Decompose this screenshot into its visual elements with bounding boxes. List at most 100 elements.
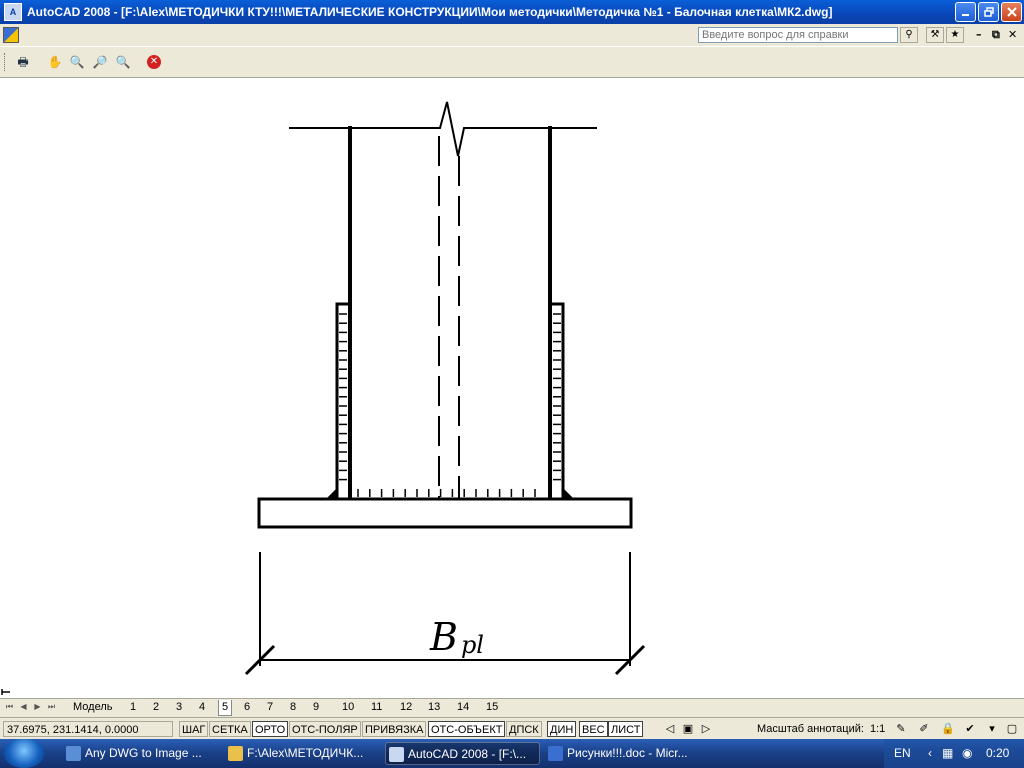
dimension-label: Bpl: [429, 615, 484, 659]
status-toggle-4[interactable]: ОТС-ПОЛЯР: [289, 721, 361, 737]
tab-layout-5[interactable]: 5: [218, 700, 233, 716]
menu-bar: ⚲ ⚒ ★ – ⧉ ✕: [0, 24, 1024, 47]
annotation-scale-label: Масштаб аннотаций:: [757, 723, 864, 735]
tab-layout-15[interactable]: 15: [483, 700, 501, 715]
taskbar-app-icon: [389, 747, 404, 762]
scroll-right-icon[interactable]: ▷: [698, 721, 714, 737]
favorites-star-icon[interactable]: ★: [946, 27, 964, 43]
window-title: AutoCAD 2008 - [F:\Alex\МЕТОДИЧКИ КТУ!!!…: [27, 5, 833, 19]
taskbar-item-label: F:\Alex\МЕТОДИЧК...: [247, 746, 364, 760]
weld-marks-left: [339, 313, 347, 481]
tab-layout-9[interactable]: 9: [310, 700, 322, 715]
taskbar-item-3[interactable]: AutoCAD 2008 - [F:\...: [385, 742, 540, 765]
tab-layout-8[interactable]: 8: [287, 700, 299, 715]
start-button[interactable]: [3, 739, 45, 768]
tab-layout-1[interactable]: 1: [127, 700, 139, 715]
tab-layout-12[interactable]: 12: [397, 700, 415, 715]
tab-layout-6[interactable]: 6: [241, 700, 253, 715]
status-toggle-6[interactable]: ОТС-ОБЪЕКТ: [428, 721, 506, 737]
prev-tab-icon[interactable]: ◀: [18, 701, 29, 713]
taskbar-app-icon: [228, 746, 243, 761]
tab-layout-14[interactable]: 14: [454, 700, 472, 715]
drawing-canvas[interactable]: Bpl: [0, 78, 1024, 698]
minimize-button[interactable]: [955, 2, 976, 22]
tab-layout-13[interactable]: 13: [425, 700, 443, 715]
auto-scale-icon[interactable]: ✐: [916, 721, 932, 737]
zoom-previous-icon[interactable]: 🔍: [114, 53, 132, 71]
communication-icon[interactable]: ✔: [962, 721, 978, 737]
restore-icon: [983, 7, 994, 17]
document-icon[interactable]: [3, 27, 19, 43]
tab-layout-7[interactable]: 7: [264, 700, 276, 715]
status-toggle-3[interactable]: ОРТО: [252, 721, 289, 737]
tab-layout-2[interactable]: 2: [150, 700, 162, 715]
tray-expand-icon[interactable]: ‹: [928, 739, 932, 768]
restore-button[interactable]: [978, 2, 999, 22]
language-indicator[interactable]: EN: [894, 739, 911, 768]
first-tab-icon[interactable]: ⏮: [4, 701, 15, 713]
tab-model[interactable]: Модель: [70, 700, 115, 715]
taskbar-item-4[interactable]: Рисунки!!!.doc - Micr...: [545, 742, 700, 765]
tab-layout-4[interactable]: 4: [196, 700, 208, 715]
status-toggle-1[interactable]: ШАГ: [179, 721, 209, 737]
taskbar-item-2[interactable]: F:\Alex\МЕТОДИЧК...: [225, 742, 380, 765]
toolbar-grip[interactable]: [4, 53, 8, 71]
doc-minimize-icon[interactable]: –: [976, 28, 982, 41]
coordinates-readout[interactable]: 37.6975, 231.1414, 0.0000: [3, 721, 173, 737]
annotation-scale-value[interactable]: 1:1: [870, 721, 885, 737]
pan-icon[interactable]: ✋: [46, 53, 64, 71]
taskbar-item-label: AutoCAD 2008 - [F:\...: [408, 747, 527, 761]
taskbar-item-label: Any DWG to Image ...: [85, 746, 202, 760]
clock[interactable]: 0:20: [986, 739, 1009, 768]
status-menu-icon[interactable]: ▾: [984, 721, 1000, 737]
fillet-right: [563, 488, 573, 498]
status-toggle-5[interactable]: ПРИВЯЗКА: [362, 721, 427, 737]
fillet-left: [327, 488, 337, 498]
close-icon: [1006, 7, 1017, 17]
next-tab-icon[interactable]: ▶: [32, 701, 43, 713]
zoom-window-icon[interactable]: 🔎: [91, 53, 109, 71]
taskbar-app-icon: [548, 746, 563, 761]
cad-drawing: Bpl: [1, 101, 646, 695]
antivirus-icon[interactable]: ◉: [962, 739, 972, 768]
status-bar: 37.6975, 231.1414, 0.0000 ШАГ СЕТКА ОРТО ОТ…: [0, 717, 1024, 740]
maximize-viewport-icon[interactable]: ▣: [680, 721, 696, 737]
tab-layout-10[interactable]: 10: [339, 700, 357, 715]
lock-icon[interactable]: 🔒: [940, 721, 956, 737]
taskbar-item-label: Рисунки!!!.doc - Micr...: [567, 746, 688, 760]
last-tab-icon[interactable]: ⏭: [46, 701, 57, 713]
base-plate: [257, 497, 633, 529]
scroll-left-icon[interactable]: ◁: [662, 721, 678, 737]
taskbar-item-1[interactable]: Any DWG to Image ...: [63, 742, 218, 765]
status-toggle-8[interactable]: ДИН: [547, 721, 577, 737]
help-search-input[interactable]: [698, 27, 898, 43]
status-toggle-10[interactable]: ЛИСТ: [608, 721, 644, 737]
minimize-icon: [962, 13, 969, 16]
clean-screen-icon[interactable]: ▢: [1004, 721, 1020, 737]
doc-restore-icon[interactable]: ⧉: [992, 28, 1000, 42]
status-toggle-2[interactable]: СЕТКА: [209, 721, 251, 737]
close-button[interactable]: [1001, 2, 1022, 22]
weld-marks-bottom: [357, 489, 536, 497]
tab-layout-3[interactable]: 3: [173, 700, 185, 715]
viewer-toolbar: 🖶 ✋ 🔍 🔎 🔍 ✕: [0, 47, 1024, 78]
weld-marks-right: [553, 313, 561, 481]
annotation-visibility-icon[interactable]: ✎: [893, 721, 909, 737]
ucs-icon: [1, 689, 10, 695]
taskbar: Any DWG to Image ... F:\Alex\МЕТОДИЧК... A…: [0, 739, 1024, 768]
title-bar[interactable]: A AutoCAD 2008 - [F:\Alex\МЕТОДИЧКИ КТУ!…: [0, 0, 1024, 24]
close-viewer-icon[interactable]: ✕: [147, 55, 161, 69]
system-tray: EN ‹ ▦ ◉ 0:20: [884, 739, 1024, 768]
taskbar-app-icon: [66, 746, 81, 761]
print-icon[interactable]: 🖶: [14, 53, 32, 71]
search-icon[interactable]: ⚲: [900, 27, 918, 43]
layout-tab-bar: ⏮ ◀ ▶ ⏭ Модель 1 2 3 4 5 6 7 8 9 10 11 12 13 14 15: [0, 698, 1024, 717]
tab-layout-11[interactable]: 11: [368, 700, 385, 715]
doc-close-icon[interactable]: ✕: [1008, 28, 1017, 41]
status-toggle-9[interactable]: ВЕС: [579, 721, 608, 737]
status-toggle-7[interactable]: ДПСК: [506, 721, 542, 737]
autocad-app-icon[interactable]: A: [4, 3, 22, 21]
zoom-realtime-icon[interactable]: 🔍: [68, 53, 86, 71]
communication-center-icon[interactable]: ⚒: [926, 27, 944, 43]
network-icon[interactable]: ▦: [942, 739, 953, 768]
